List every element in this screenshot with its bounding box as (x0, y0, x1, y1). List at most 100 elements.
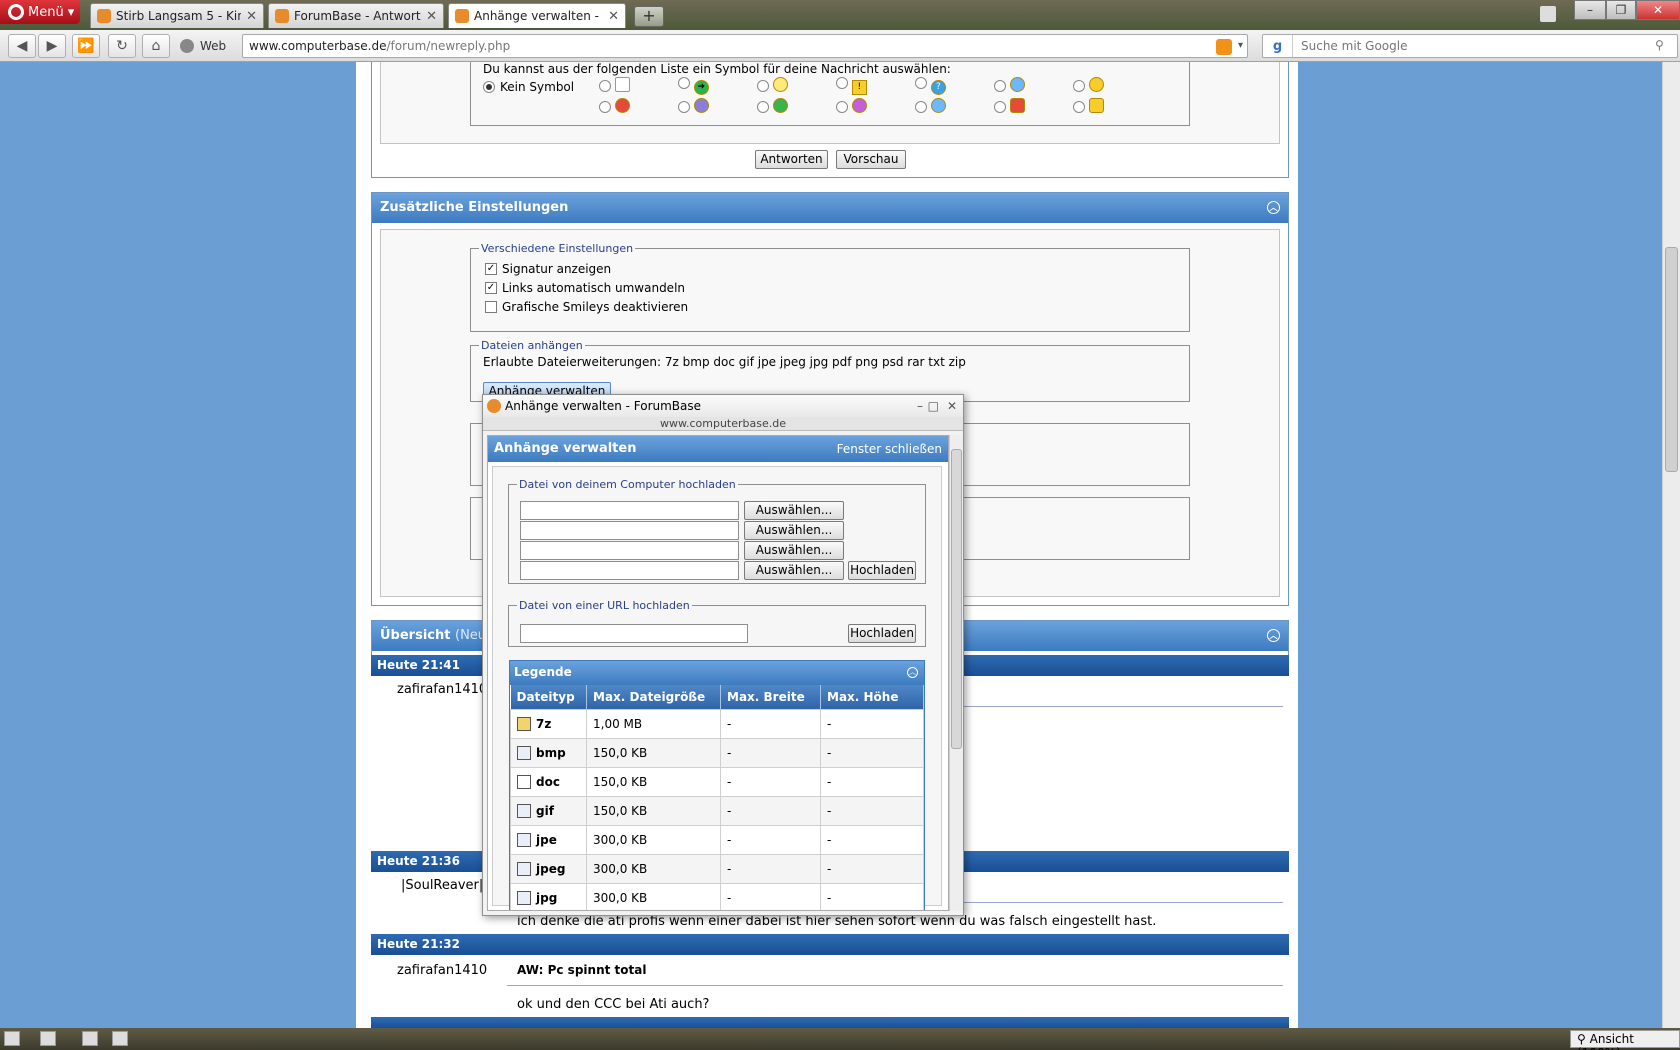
close-tab-icon[interactable]: ✕ (608, 9, 619, 24)
upload-button[interactable]: Hochladen (848, 561, 916, 580)
maximize-icon[interactable]: □ (928, 399, 939, 413)
reload-icon[interactable]: ↻ (108, 34, 136, 58)
unite-icon[interactable] (82, 1031, 98, 1046)
page-scrollbar[interactable] (1662, 62, 1680, 1028)
file-path-input[interactable] (520, 501, 739, 520)
forward-icon[interactable]: ▶ (38, 34, 66, 58)
legend-panel: Legende ︿ Dateityp Max. Dateigröße Max. B… (509, 660, 925, 910)
close-tab-icon[interactable]: ✕ (246, 9, 257, 24)
turbo-icon[interactable] (112, 1031, 128, 1046)
minimize-icon[interactable]: – (1574, 0, 1606, 20)
icon-option-tongue[interactable] (836, 98, 915, 116)
scrollbar-thumb[interactable] (951, 449, 962, 749)
icon-option-warning[interactable]: ! (836, 77, 915, 95)
search-icon[interactable]: ⚲ (1655, 38, 1671, 54)
table-row: bmp 150,0 KB - - (510, 738, 924, 768)
icon-option-sad[interactable] (678, 98, 757, 116)
allowed-extensions: Erlaubte Dateierweiterungen: 7z bmp doc … (483, 355, 966, 369)
restore-icon[interactable]: ❐ (1606, 0, 1636, 20)
close-tab-icon[interactable]: ✕ (426, 9, 437, 24)
icon-option-cool[interactable] (994, 77, 1073, 95)
tab-anhaenge-verwalten[interactable]: Anhänge verwalten - F...✕ (448, 3, 626, 28)
icon-option-arrow[interactable]: ➜ (678, 77, 757, 95)
icon-option-smile[interactable] (1073, 77, 1152, 95)
collapse-icon[interactable]: ︿ (1267, 201, 1280, 214)
post-author[interactable]: zafirafan1410 (397, 682, 487, 697)
file-path-input[interactable] (520, 521, 739, 540)
collapse-icon[interactable]: ︿ (907, 667, 918, 678)
search-bar[interactable]: g ⚲ (1262, 34, 1678, 58)
rss-icon[interactable] (1216, 39, 1232, 55)
wink-icon (930, 98, 946, 113)
choose-file-button[interactable]: Auswählen... (744, 501, 844, 520)
url-input[interactable] (520, 624, 748, 643)
file-path-input[interactable] (520, 541, 739, 560)
back-icon[interactable]: ◀ (8, 34, 36, 58)
table-row: jpe 300,0 KB - - (510, 825, 924, 855)
new-tab-button[interactable]: + (634, 6, 664, 27)
post-icon-intro: Du kannst aus der folgenden Liste ein Sy… (483, 62, 951, 76)
choose-file-button[interactable]: Auswählen... (744, 541, 844, 560)
upload-url-button[interactable]: Hochladen (848, 624, 916, 643)
panel-toggle-icon[interactable] (4, 1031, 20, 1046)
opera-menu-button[interactable]: Menü ▾ (0, 0, 80, 24)
tab-forumbase-antworten[interactable]: ForumBase - Antworten✕ (268, 3, 444, 28)
icon-option-grin[interactable] (757, 98, 836, 116)
option-auto-links[interactable]: ✓ Links automatisch umwandeln (485, 278, 1175, 297)
choose-file-button[interactable]: Auswählen... (744, 521, 844, 540)
upload-url-legend: Datei von einer URL hochladen (519, 599, 690, 612)
column-header: Dateityp (510, 685, 587, 710)
chevron-down-icon[interactable]: ▾ (1238, 40, 1243, 51)
tab-stirb-langsam[interactable]: Stirb Langsam 5 - Kino...✕ (90, 3, 264, 28)
address-bar[interactable]: www.computerbase.de/forum/newreply.php (242, 34, 1248, 58)
document-icon (614, 77, 630, 92)
no-icon-option[interactable]: Kein Symbol (483, 80, 574, 94)
close-window-link[interactable]: Fenster schließen (837, 442, 942, 456)
close-icon[interactable]: ✕ (947, 399, 957, 413)
icon-option-question[interactable]: ? (915, 77, 994, 95)
close-window-icon[interactable]: ✕ (1636, 0, 1680, 20)
google-icon[interactable]: g (1263, 35, 1293, 57)
home-icon[interactable]: ⌂ (142, 34, 170, 58)
grin-icon (772, 98, 788, 113)
checkbox[interactable]: ✓ (485, 281, 497, 294)
checkbox[interactable]: ✓ (485, 262, 497, 275)
dialog-scrollbar[interactable] (949, 435, 963, 911)
favicon-icon (97, 9, 111, 23)
icon-option-wink[interactable] (915, 98, 994, 116)
favicon-icon (487, 399, 501, 413)
collapse-icon[interactable]: ︿ (1267, 629, 1280, 642)
sync-icon[interactable] (40, 1031, 56, 1046)
upload-computer-legend: Datei von deinem Computer hochladen (519, 478, 736, 491)
web-button[interactable]: Web (176, 34, 240, 58)
icon-grid: ➜ ! ? (599, 77, 1179, 117)
option-show-signature[interactable]: ✓ Signatur anzeigen (485, 259, 1175, 278)
option-disable-smileys[interactable]: Grafische Smileys deaktivieren (485, 297, 1175, 316)
trash-icon[interactable] (1540, 6, 1556, 22)
file-path-input[interactable] (520, 561, 739, 580)
post-author[interactable]: zafirafan1410 (397, 963, 487, 978)
scrollbar-thumb[interactable] (1665, 247, 1678, 472)
fast-forward-icon[interactable]: ⏩ (72, 34, 100, 58)
favicon-icon (275, 9, 289, 23)
dialog-titlebar[interactable]: Anhänge verwalten - ForumBase (483, 395, 963, 417)
reply-button[interactable]: Antworten (755, 150, 828, 169)
icon-option-lightbulb[interactable] (757, 77, 836, 95)
opera-logo-icon (8, 4, 24, 20)
icon-option-angry[interactable] (599, 98, 678, 116)
smile-icon (1088, 77, 1104, 92)
cool-smiley-icon (1009, 77, 1025, 92)
icon-option-document[interactable] (599, 77, 678, 95)
table-row: jpg 300,0 KB - - (510, 883, 924, 910)
zoom-control[interactable]: ⚲ Ansicht (100%) (1570, 1030, 1680, 1050)
post-author[interactable]: |SoulReaver| (401, 878, 483, 893)
preview-button[interactable]: Vorschau (836, 150, 906, 169)
choose-file-button[interactable]: Auswählen... (744, 561, 844, 580)
checkbox[interactable] (485, 300, 497, 313)
radio-selected[interactable] (483, 81, 495, 93)
search-input[interactable] (1301, 39, 1655, 53)
icon-option-thumbs-down[interactable] (994, 98, 1073, 116)
icon-option-thumbs-up[interactable] (1073, 98, 1152, 116)
minimize-icon[interactable]: – (917, 399, 923, 413)
post-icon-fieldset: Du kannst aus der folgenden Liste ein Sy… (470, 62, 1190, 126)
